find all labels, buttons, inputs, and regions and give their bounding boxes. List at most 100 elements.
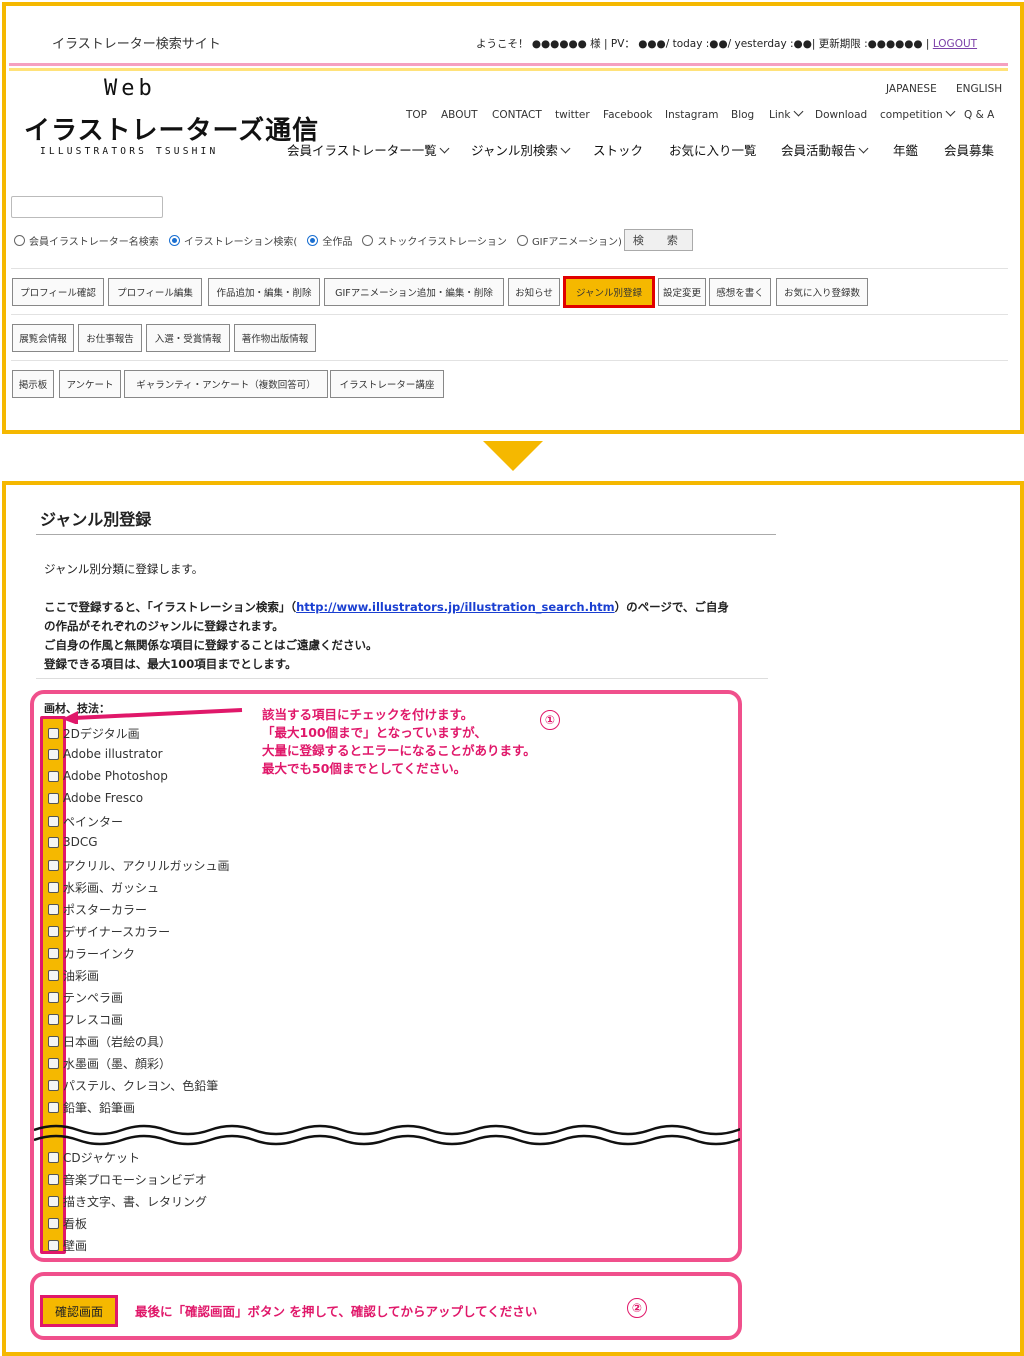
btn-genre-register[interactable]: ジャンル別登録 (563, 276, 655, 308)
mainnav-favorites[interactable]: お気に入り一覧 (669, 140, 757, 159)
genre-option: Adobe Photoshop (48, 769, 168, 783)
btn-profile-check[interactable]: プロフィール確認 (12, 278, 104, 306)
genre-checkbox[interactable] (48, 1152, 59, 1163)
btn-news[interactable]: お知らせ (508, 278, 560, 306)
radio-illustration[interactable] (168, 234, 180, 246)
topnav-about[interactable]: ABOUT (441, 109, 478, 121)
genre-checkbox[interactable] (48, 1058, 59, 1069)
genre-label: ポスターカラー (63, 903, 148, 917)
search-button[interactable]: 検 索 (623, 229, 693, 251)
genre-label: デザイナースカラー (63, 925, 171, 939)
page-title: ジャンル別登録 (40, 510, 152, 529)
topnav-competition[interactable]: competition (880, 106, 956, 121)
section-divider (36, 678, 768, 679)
topnav-twitter[interactable]: twitter (555, 109, 590, 121)
genre-checkbox[interactable] (48, 948, 59, 959)
pointer-arrow-icon (62, 708, 243, 724)
lang-japanese[interactable]: JAPANESE (886, 83, 937, 95)
btn-work-report[interactable]: お仕事報告 (78, 324, 142, 352)
radio-stock[interactable] (362, 234, 374, 246)
genre-checkbox[interactable] (48, 836, 59, 848)
mainnav-members[interactable]: 会員イラストレーター一覧 (287, 140, 450, 159)
btn-settings[interactable]: 設定変更 (658, 278, 706, 306)
chevron-down-icon (793, 106, 803, 117)
genre-checkbox[interactable] (48, 770, 59, 782)
genre-checkbox[interactable] (48, 816, 59, 827)
intro-text: ジャンル別分類に登録します。 (44, 562, 204, 576)
btn-guarantee-survey[interactable]: ギャランティ・アンケート（複数回答可） (124, 370, 328, 398)
genre-checkbox[interactable] (48, 1014, 59, 1025)
btn-profile-edit[interactable]: プロフィール編集 (108, 278, 202, 306)
btn-survey[interactable]: アンケート (59, 370, 121, 398)
genre-checkbox[interactable] (48, 1240, 59, 1251)
mainnav-activity[interactable]: 会員活動報告 (781, 140, 869, 159)
genre-label: 描き文字、書、レタリング (63, 1195, 208, 1209)
topnav-qa[interactable]: Q & A (964, 109, 994, 121)
genre-label: フレスコ画 (63, 1013, 124, 1027)
toolbar-divider (11, 360, 1008, 361)
annotation-note: 該当する項目にチェックを付けます。 「最大100個まで」となっていますが、 大量… (262, 707, 536, 776)
topnav-blog[interactable]: Blog (731, 109, 754, 121)
btn-gif-edit[interactable]: GIFアニメーション追加・編集・削除 (324, 278, 504, 306)
btn-bbs[interactable]: 掲示板 (12, 370, 54, 398)
logo-web[interactable]: Web (104, 76, 156, 101)
confirm-button[interactable]: 確認画面 (40, 1295, 118, 1327)
genre-checkbox[interactable] (48, 992, 59, 1003)
genre-checkbox[interactable] (48, 1196, 59, 1207)
topnav-facebook[interactable]: Facebook (603, 109, 652, 121)
btn-works-edit[interactable]: 作品追加・編集・削除 (208, 278, 320, 306)
genre-option: テンペラ画 (48, 989, 123, 1006)
genre-checkbox[interactable] (48, 1036, 59, 1047)
genre-option: 水墨画（墨、顔彩） (48, 1055, 171, 1072)
genre-checkbox[interactable] (48, 904, 59, 915)
toolbar-divider (11, 314, 1008, 315)
btn-publications[interactable]: 著作物出版情報 (234, 324, 316, 352)
search-input[interactable] (11, 196, 163, 218)
genre-checkbox[interactable] (48, 926, 59, 937)
genre-checkbox[interactable] (48, 860, 59, 871)
mainnav-recruit[interactable]: 会員募集 (944, 140, 994, 159)
genre-checkbox[interactable] (48, 1102, 59, 1113)
genre-checkbox[interactable] (48, 970, 59, 981)
logo-subtitle: ILLUSTRATORS TSUSHIN (40, 146, 219, 157)
radio-member-name[interactable] (14, 234, 25, 246)
illustration-search-link[interactable]: http://www.illustrators.jp/illustration_… (296, 600, 615, 614)
title-underline (36, 534, 776, 535)
down-arrow-icon (483, 441, 543, 471)
btn-awards[interactable]: 入選・受賞情報 (146, 324, 230, 352)
genre-option: 鉛筆、鉛筆画 (48, 1099, 135, 1116)
header-divider-pink (9, 63, 1008, 66)
topnav-contact[interactable]: CONTACT (492, 109, 542, 121)
wave-break-icon (34, 1124, 740, 1146)
topnav-top[interactable]: TOP (406, 109, 427, 121)
genre-option: 日本画（岩絵の具） (48, 1033, 171, 1050)
radio-all-works[interactable] (307, 234, 319, 246)
genre-checkbox[interactable] (48, 728, 59, 739)
genre-checkbox[interactable] (48, 1080, 59, 1091)
topnav-download[interactable]: Download (815, 109, 867, 121)
genre-option: デザイナースカラー (48, 923, 170, 940)
mainnav-stock[interactable]: ストック (593, 140, 643, 159)
btn-write-feedback[interactable]: 感想を書く (709, 278, 771, 306)
radio-gif[interactable] (516, 234, 528, 246)
genre-option: ポスターカラー (48, 901, 147, 918)
genre-option: 看板 (48, 1215, 87, 1232)
genre-label: ペインター (63, 815, 124, 829)
genre-label: パステル、クレヨン、色鉛筆 (63, 1079, 219, 1093)
genre-checkbox[interactable] (48, 1218, 59, 1229)
logout-link[interactable]: LOGOUT (933, 38, 977, 50)
btn-exhibition[interactable]: 展覧会情報 (12, 324, 74, 352)
genre-checkbox[interactable] (48, 882, 59, 893)
mainnav-yearbook[interactable]: 年鑑 (893, 140, 918, 159)
genre-label: 日本画（岩絵の具） (63, 1035, 172, 1049)
lang-english[interactable]: ENGLISH (956, 83, 1002, 95)
genre-checkbox[interactable] (48, 792, 59, 804)
topnav-instagram[interactable]: Instagram (665, 109, 718, 121)
btn-lecture[interactable]: イラストレーター講座 (330, 370, 444, 398)
genre-checkbox[interactable] (48, 748, 59, 760)
btn-favorite-count[interactable]: お気に入り登録数 (776, 278, 868, 306)
genre-checkbox[interactable] (48, 1174, 59, 1185)
topnav-link[interactable]: Link (769, 106, 803, 121)
mainnav-genre-search[interactable]: ジャンル別検索 (471, 140, 571, 159)
logo[interactable]: イラストレーターズ通信 (24, 110, 319, 147)
